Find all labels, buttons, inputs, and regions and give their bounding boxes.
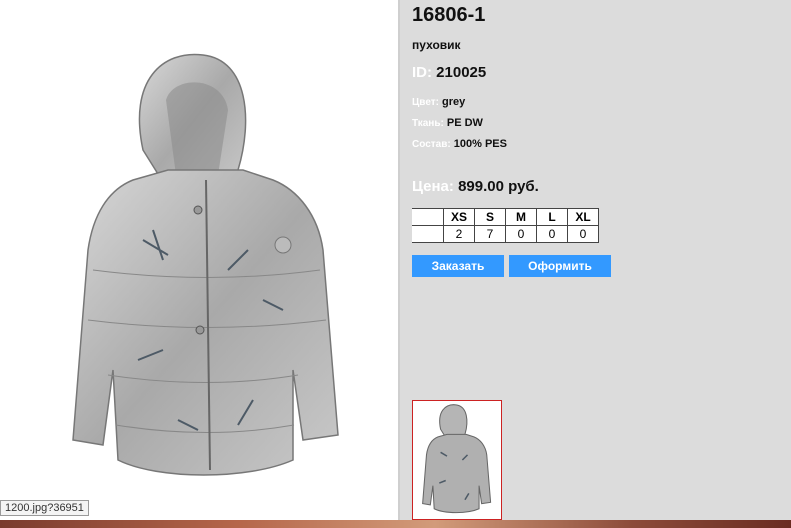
size-header-xl: XL	[567, 208, 599, 226]
product-id: ID: 210025	[412, 64, 486, 81]
product-type: пуховик	[412, 38, 461, 52]
size-qty-s[interactable]: 7	[474, 225, 506, 243]
size-qty-l[interactable]: 0	[536, 225, 568, 243]
attr-fabric-value: PE DW	[446, 117, 483, 129]
attr-composition: Состав: 100% PES	[412, 138, 507, 150]
price-label: Цена:	[412, 178, 454, 195]
bottom-background-strip	[0, 520, 791, 528]
product-main-image[interactable]	[48, 40, 366, 500]
size-quantity-row: 2 7 0 0 0	[412, 225, 599, 243]
size-header-l: L	[536, 208, 568, 226]
size-header-m: M	[505, 208, 537, 226]
product-title: 16806-1	[412, 4, 486, 26]
size-corner	[412, 208, 444, 226]
size-header-row: XS S M L XL	[412, 208, 599, 226]
status-url-tooltip: 1200.jpg?36951	[0, 500, 89, 516]
size-table: XS S M L XL 2 7 0 0 0	[412, 208, 599, 243]
attr-composition-label: Состав:	[412, 139, 451, 150]
id-value: 210025	[436, 64, 487, 81]
product-thumbnail[interactable]	[412, 400, 502, 520]
size-qty-xs[interactable]: 2	[443, 225, 475, 243]
size-qty-m[interactable]: 0	[505, 225, 537, 243]
id-label: ID:	[412, 64, 432, 81]
size-row-label	[412, 225, 444, 243]
product-image-area	[0, 0, 398, 520]
product-price: Цена: 899.00 руб.	[412, 178, 539, 195]
thumbnail-image	[422, 404, 492, 514]
price-value: 899.00 руб.	[458, 178, 539, 195]
attr-fabric: Ткань: PE DW	[412, 117, 483, 129]
attr-composition-value: 100% PES	[453, 138, 507, 150]
attr-color-value: grey	[442, 96, 466, 108]
attr-color-label: Цвет:	[412, 97, 439, 108]
size-header-s: S	[474, 208, 506, 226]
size-header-xs: XS	[443, 208, 475, 226]
checkout-button[interactable]: Оформить	[509, 255, 611, 277]
attr-fabric-label: Ткань:	[412, 118, 444, 129]
size-qty-xl[interactable]: 0	[567, 225, 599, 243]
product-info-panel: 16806-1 пуховик ID: 210025 Цвет: grey Тк…	[398, 0, 791, 520]
attr-color: Цвет: grey	[412, 96, 465, 108]
order-button[interactable]: Заказать	[412, 255, 504, 277]
